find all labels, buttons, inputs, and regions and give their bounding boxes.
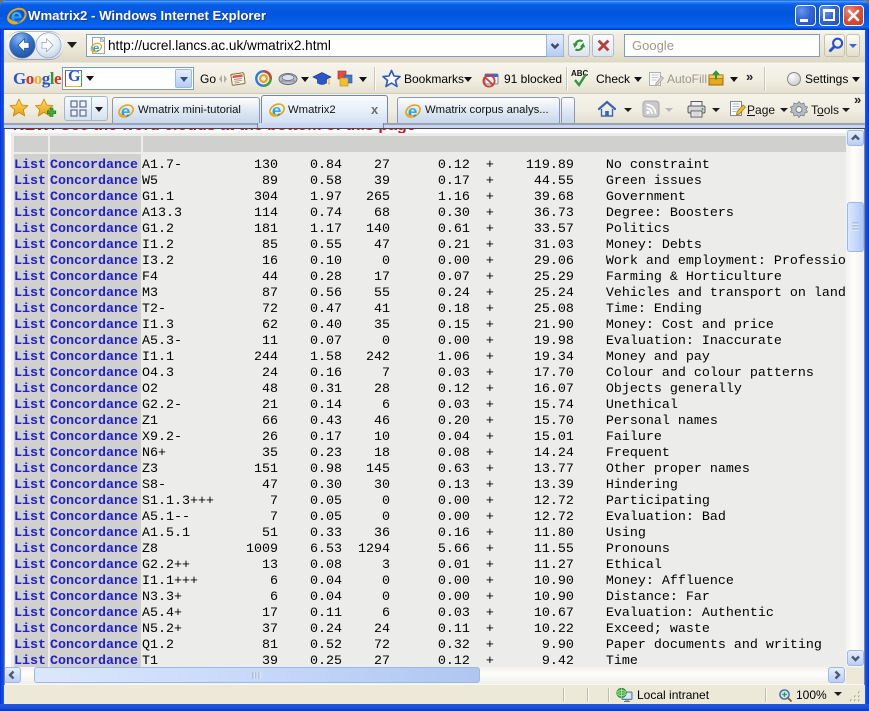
- svg-text:ABC: ABC: [571, 69, 589, 78]
